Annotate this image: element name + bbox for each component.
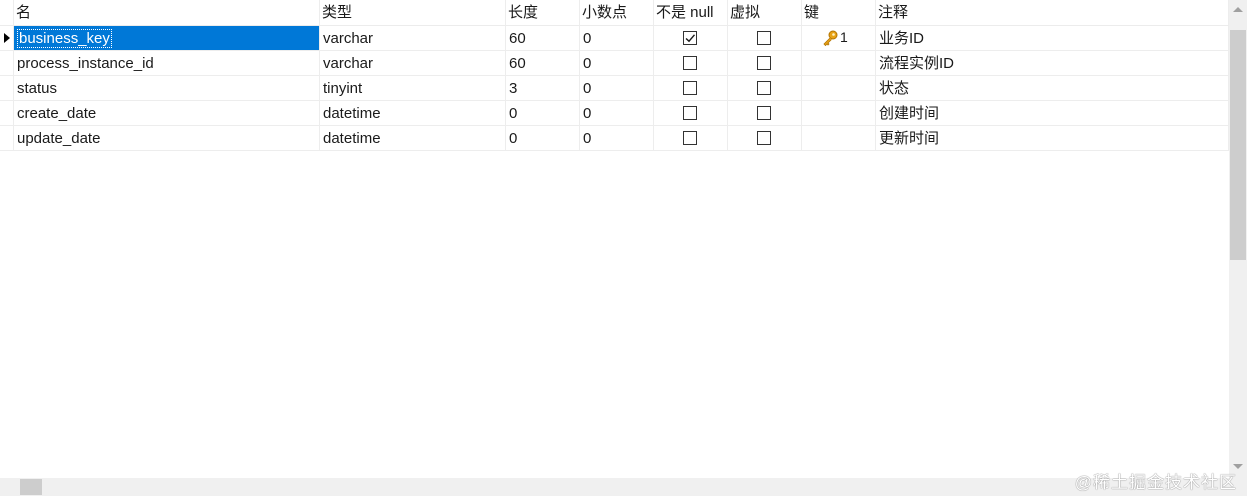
not-null-cell	[654, 101, 728, 126]
key-cell[interactable]	[802, 51, 876, 76]
key-cell[interactable]: 1	[802, 26, 876, 51]
not-null-cell	[654, 76, 728, 101]
field-decimals-cell[interactable]: 0	[580, 51, 654, 76]
column-header-key[interactable]: 键	[802, 0, 876, 25]
key-cell[interactable]	[802, 76, 876, 101]
field-comment-cell[interactable]: 状态	[876, 76, 1229, 101]
virtual-cell	[728, 126, 802, 151]
virtual-cell	[728, 101, 802, 126]
horizontal-scrollbar[interactable]	[0, 478, 1247, 496]
not-null-checkbox[interactable]	[683, 81, 697, 95]
field-name: status	[17, 80, 58, 97]
not-null-checkbox[interactable]	[683, 56, 697, 70]
field-comment-cell[interactable]: 流程实例ID	[876, 51, 1229, 76]
field-name-cell[interactable]: process_instance_id	[14, 51, 320, 76]
field-comment-cell[interactable]: 更新时间	[876, 126, 1229, 151]
field-type-cell[interactable]: varchar	[320, 26, 506, 51]
not-null-checkbox[interactable]	[683, 131, 697, 145]
vertical-scroll-thumb[interactable]	[1230, 30, 1246, 260]
horizontal-scroll-thumb[interactable]	[20, 479, 42, 495]
field-length-cell[interactable]: 0	[506, 126, 580, 151]
not-null-checkbox[interactable]	[683, 31, 697, 45]
table-row[interactable]: create_date datetime 0 0 创建时间	[0, 101, 1229, 126]
field-name: business_key	[17, 29, 112, 48]
not-null-cell	[654, 126, 728, 151]
not-null-cell	[654, 51, 728, 76]
virtual-cell	[728, 51, 802, 76]
field-length-cell[interactable]: 60	[506, 26, 580, 51]
field-type-cell[interactable]: datetime	[320, 126, 506, 151]
column-header-comment[interactable]: 注释	[876, 0, 1229, 25]
field-type-cell[interactable]: varchar	[320, 51, 506, 76]
field-type-cell[interactable]: tinyint	[320, 76, 506, 101]
table-row[interactable]: business_key varchar 60 0 1 业务ID	[0, 26, 1229, 51]
field-length-cell[interactable]: 0	[506, 101, 580, 126]
virtual-checkbox[interactable]	[757, 81, 771, 95]
virtual-checkbox[interactable]	[757, 56, 771, 70]
virtual-checkbox[interactable]	[757, 131, 771, 145]
row-gutter[interactable]	[0, 126, 14, 151]
grid-header: 名 类型 长度 小数点 不是 null 虚拟 键 注释	[0, 0, 1229, 26]
field-name-cell[interactable]: create_date	[14, 101, 320, 126]
not-null-checkbox[interactable]	[683, 106, 697, 120]
column-header-decimals[interactable]: 小数点	[580, 0, 654, 25]
field-name: update_date	[17, 130, 101, 147]
field-name-cell[interactable]: update_date	[14, 126, 320, 151]
table-row[interactable]: status tinyint 3 0 状态	[0, 76, 1229, 101]
table-row[interactable]: process_instance_id varchar 60 0 流程实例ID	[0, 51, 1229, 76]
column-header-not-null[interactable]: 不是 null	[654, 0, 728, 25]
column-header-length[interactable]: 长度	[506, 0, 580, 25]
column-header-virtual[interactable]: 虚拟	[728, 0, 802, 25]
row-gutter[interactable]	[0, 101, 14, 126]
field-length-cell[interactable]: 3	[506, 76, 580, 101]
row-gutter[interactable]	[0, 51, 14, 76]
virtual-cell	[728, 76, 802, 101]
watermark: @稀土掘金技术社区	[1074, 473, 1237, 492]
row-pointer-icon	[4, 33, 10, 43]
virtual-cell	[728, 26, 802, 51]
table-row[interactable]: update_date datetime 0 0 更新时间	[0, 126, 1229, 151]
column-header-name[interactable]: 名	[14, 0, 320, 25]
field-name-cell[interactable]: business_key	[14, 26, 320, 51]
field-type-cell[interactable]: datetime	[320, 101, 506, 126]
not-null-cell	[654, 26, 728, 51]
scroll-up-icon[interactable]	[1233, 7, 1243, 12]
field-length-cell[interactable]: 60	[506, 51, 580, 76]
field-comment-cell[interactable]: 业务ID	[876, 26, 1229, 51]
field-comment-cell[interactable]: 创建时间	[876, 101, 1229, 126]
virtual-checkbox[interactable]	[757, 31, 771, 45]
field-decimals-cell[interactable]: 0	[580, 26, 654, 51]
field-name: create_date	[17, 105, 97, 122]
row-gutter[interactable]	[0, 26, 14, 51]
key-cell[interactable]	[802, 126, 876, 151]
key-order: 1	[840, 29, 848, 45]
field-decimals-cell[interactable]: 0	[580, 76, 654, 101]
field-design-grid: 名 类型 长度 小数点 不是 null 虚拟 键 注释 business_key…	[0, 0, 1229, 478]
column-header-type[interactable]: 类型	[320, 0, 506, 25]
field-name: process_instance_id	[17, 55, 154, 72]
key-cell[interactable]	[802, 101, 876, 126]
field-decimals-cell[interactable]: 0	[580, 126, 654, 151]
row-gutter[interactable]	[0, 76, 14, 101]
key-icon	[821, 29, 839, 50]
header-gutter	[0, 0, 14, 25]
field-decimals-cell[interactable]: 0	[580, 101, 654, 126]
vertical-scrollbar[interactable]	[1229, 0, 1247, 478]
field-name-cell[interactable]: status	[14, 76, 320, 101]
virtual-checkbox[interactable]	[757, 106, 771, 120]
grid-body: business_key varchar 60 0 1 业务ID process_insta…	[0, 26, 1229, 151]
